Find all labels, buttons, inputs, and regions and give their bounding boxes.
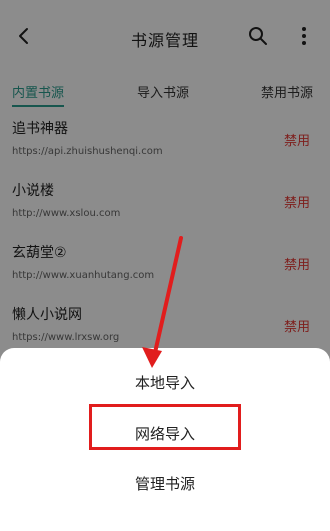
sheet-item-manage-sources[interactable]: 管理书源 bbox=[0, 473, 330, 494]
highlight-box bbox=[89, 404, 241, 450]
sheet-item-local-import[interactable]: 本地导入 bbox=[0, 372, 330, 393]
